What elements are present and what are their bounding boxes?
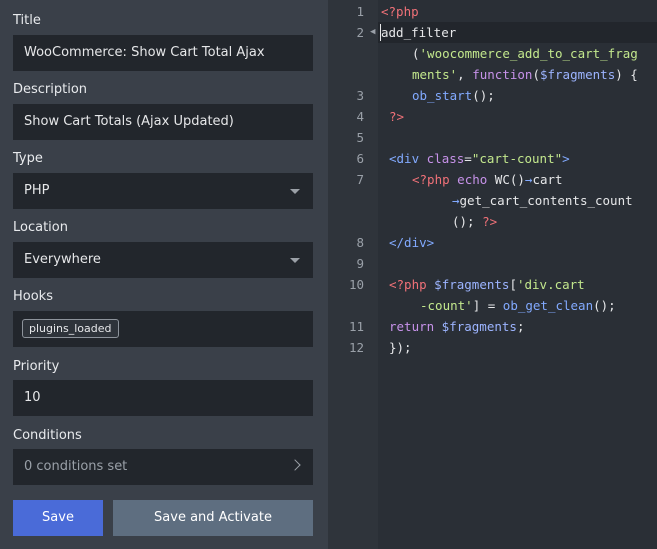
line-number: 9	[356, 256, 364, 271]
caret-down-icon	[290, 258, 300, 263]
hook-tag[interactable]: plugins_loaded	[22, 319, 119, 338]
title-input[interactable]: WooCommerce: Show Cart Total Ajax	[13, 35, 313, 71]
code-line-10-wrap-1: -count'] = ob_get_clean();	[420, 298, 616, 313]
line-number: 4	[356, 109, 364, 124]
line-number: 8	[356, 235, 364, 250]
caret-down-icon	[290, 189, 300, 194]
code-line-10: <?php $fragments['div.cart	[389, 277, 585, 292]
line-number: 1	[356, 4, 364, 19]
code-line-7-wrap-2: (); ?>	[452, 214, 498, 229]
type-select-value: PHP	[24, 183, 50, 198]
code-line-7-wrap-1: →get_cart_contents_count	[452, 193, 633, 208]
fold-arrow-icon[interactable]: ◀	[370, 22, 375, 43]
conditions-label: Conditions	[13, 428, 82, 443]
save-button[interactable]: Save	[13, 500, 103, 536]
code-editor[interactable]: 1 2 ◀ 3 4 5 6 7 8 9 10 11 12 <?php add_f…	[328, 0, 657, 549]
code-line-2-wrap-1: ('woocommerce_add_to_cart_frag	[412, 46, 638, 61]
line-number-gutter: 1 2 ◀ 3 4 5 6 7 8 9 10 11 12	[328, 0, 378, 549]
code-line-11: return $fragments;	[389, 319, 525, 334]
line-number: 12	[348, 340, 364, 355]
conditions-field[interactable]: 0 conditions set	[13, 449, 313, 485]
line-number: 2	[356, 25, 364, 40]
code-line-7: <?php echo WC()→cart	[412, 172, 563, 187]
line-number: 5	[356, 130, 364, 145]
location-select[interactable]: Everywhere	[13, 242, 313, 278]
line-number: 10	[348, 277, 364, 292]
line-number: 7	[356, 172, 364, 187]
location-select-value: Everywhere	[24, 252, 101, 267]
code-line-3: ob_start();	[412, 88, 495, 103]
code-line-2: add_filter	[381, 25, 457, 40]
title-label: Title	[13, 13, 41, 28]
code-line-4: ?>	[389, 109, 405, 124]
line-number: 11	[348, 319, 364, 334]
code-line-8: </div>	[389, 235, 435, 250]
snippet-settings-panel: Title WooCommerce: Show Cart Total Ajax …	[0, 0, 328, 549]
code-line-2-wrap-2: ments', function($fragments) {	[412, 67, 638, 82]
conditions-value: 0 conditions set	[24, 459, 128, 474]
code-line-1: <?php	[381, 4, 419, 19]
hooks-input[interactable]: plugins_loaded	[13, 311, 313, 347]
type-select[interactable]: PHP	[13, 173, 313, 209]
save-and-activate-button[interactable]: Save and Activate	[113, 500, 313, 536]
description-label: Description	[13, 82, 88, 97]
type-label: Type	[13, 151, 43, 166]
line-number: 3	[356, 88, 364, 103]
chevron-right-icon	[289, 459, 301, 471]
line-number: 6	[356, 151, 364, 166]
hooks-label: Hooks	[13, 289, 53, 304]
priority-label: Priority	[13, 359, 60, 374]
priority-input[interactable]: 10	[13, 380, 313, 416]
description-input[interactable]: Show Cart Totals (Ajax Updated)	[13, 104, 313, 140]
code-line-6: <div class="cart-count">	[389, 151, 570, 166]
code-line-12: });	[389, 340, 412, 355]
location-label: Location	[13, 220, 68, 235]
